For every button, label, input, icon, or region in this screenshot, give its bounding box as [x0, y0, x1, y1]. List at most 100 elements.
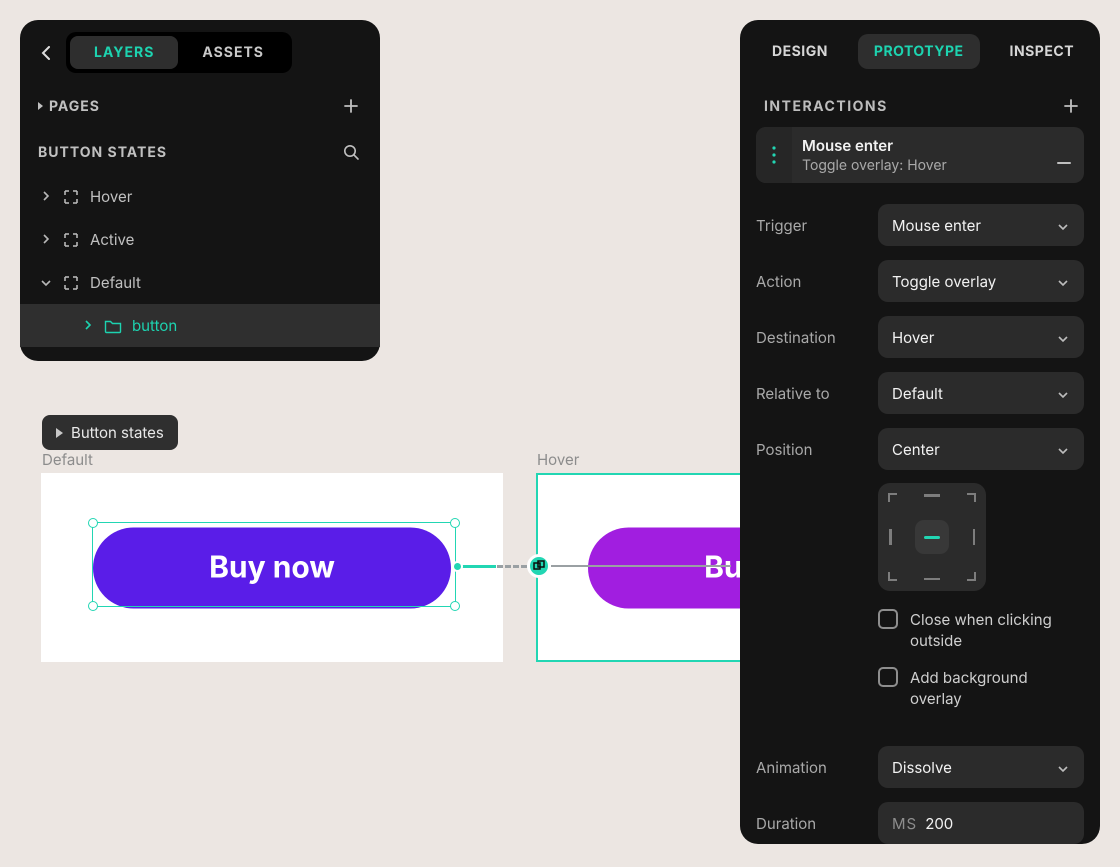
chevron-right-icon — [40, 232, 52, 247]
field-action: Action Toggle overlay — [740, 253, 1100, 309]
duration-input[interactable]: MS 200 — [878, 802, 1084, 844]
interactions-header: INTERACTIONS — [740, 79, 1100, 127]
trigger-select[interactable]: Mouse enter — [878, 204, 1084, 246]
buy-button-default[interactable]: Buy now — [93, 527, 451, 608]
field-label: Position — [756, 440, 878, 459]
layer-label: Default — [90, 273, 141, 292]
left-tabbar: LAYERS ASSETS — [20, 32, 380, 83]
duration-value: 200 — [925, 814, 953, 833]
pages-section-header[interactable]: PAGES — [20, 83, 380, 129]
select-value: Default — [892, 384, 943, 403]
layer-row-button[interactable]: button — [20, 304, 380, 347]
anchor-corner-tr[interactable] — [958, 493, 976, 511]
field-duration: Duration MS 200 — [740, 795, 1100, 844]
frame-icon — [62, 188, 80, 206]
add-page-button[interactable] — [340, 95, 362, 117]
position-anchor-grid[interactable] — [878, 483, 986, 591]
add-interaction-button[interactable] — [1060, 95, 1082, 117]
anchor-right[interactable] — [973, 529, 976, 545]
anchor-corner-br[interactable] — [958, 563, 976, 581]
chevron-down-icon — [1058, 272, 1070, 291]
prototype-connector-origin[interactable] — [452, 561, 463, 572]
anchor-top[interactable] — [924, 494, 940, 497]
anchor-left[interactable] — [889, 529, 892, 545]
frame-label-hover[interactable]: Hover — [537, 450, 579, 469]
select-value: Mouse enter — [892, 216, 981, 235]
layer-row-hover[interactable]: Hover — [20, 175, 380, 218]
plus-icon — [1063, 98, 1079, 114]
flow-start-badge[interactable]: Button states — [42, 415, 178, 450]
anchor-corner-bl[interactable] — [888, 563, 906, 581]
chevron-right-icon — [38, 102, 43, 110]
field-label: Destination — [756, 328, 878, 347]
interactions-label: INTERACTIONS — [764, 98, 888, 115]
select-value: Toggle overlay — [892, 272, 996, 291]
select-value: Dissolve — [892, 758, 952, 777]
checkbox-label: Close when clicking outside — [910, 609, 1082, 651]
chevron-down-icon — [1058, 216, 1070, 235]
play-icon — [56, 428, 63, 438]
animation-select[interactable]: Dissolve — [878, 746, 1084, 788]
layer-label: Active — [90, 230, 134, 249]
layers-panel: LAYERS ASSETS PAGES BUTTON STATES Hover — [20, 20, 380, 361]
checkbox-label: Add background overlay — [910, 667, 1082, 709]
search-button[interactable] — [340, 141, 362, 163]
tab-prototype[interactable]: PROTOTYPE — [858, 34, 980, 69]
group-label: BUTTON STATES — [38, 144, 167, 161]
field-label: Relative to — [756, 384, 878, 403]
field-trigger: Trigger Mouse enter — [740, 197, 1100, 253]
field-label: Duration — [756, 814, 878, 833]
anchor-center[interactable] — [915, 520, 949, 554]
back-button[interactable] — [32, 39, 60, 67]
chevron-down-icon — [1058, 440, 1070, 459]
prototype-panel: DESIGN PROTOTYPE INSPECT INTERACTIONS Mo… — [740, 20, 1100, 844]
remove-interaction-button[interactable] — [1044, 141, 1084, 170]
field-relative-to: Relative to Default — [740, 365, 1100, 421]
layer-label: button — [132, 316, 177, 335]
layer-row-default[interactable]: Default — [20, 261, 380, 304]
plus-icon — [343, 98, 359, 114]
destination-select[interactable]: Hover — [878, 316, 1084, 358]
field-label: Animation — [756, 758, 878, 777]
anchor-bottom[interactable] — [924, 578, 940, 581]
checkbox[interactable] — [878, 609, 898, 629]
field-label: Action — [756, 272, 878, 291]
tab-design[interactable]: DESIGN — [756, 34, 844, 69]
chevron-down-icon — [1058, 384, 1070, 403]
checkbox-bg-overlay[interactable]: Add background overlay — [740, 659, 1100, 717]
position-select[interactable]: Center — [878, 428, 1084, 470]
interaction-card[interactable]: Mouse enter Toggle overlay: Hover — [756, 127, 1084, 183]
frame-icon — [62, 231, 80, 249]
field-animation: Animation Dissolve — [740, 739, 1100, 795]
chevron-down-icon — [1058, 758, 1070, 777]
interaction-title: Mouse enter — [802, 136, 1034, 155]
chevron-right-icon — [82, 318, 94, 333]
flow-badge-label: Button states — [71, 423, 164, 442]
duration-unit: MS — [892, 814, 917, 833]
layer-row-active[interactable]: Active — [20, 218, 380, 261]
field-destination: Destination Hover — [740, 309, 1100, 365]
drag-handle[interactable] — [756, 127, 792, 183]
chevron-right-icon — [40, 189, 52, 204]
tab-assets[interactable]: ASSETS — [178, 36, 288, 69]
prototype-connector-node[interactable] — [527, 554, 551, 578]
checkbox-close-outside[interactable]: Close when clicking outside — [740, 601, 1100, 659]
select-value: Center — [892, 440, 940, 459]
tab-layers[interactable]: LAYERS — [70, 36, 178, 69]
frame-icon — [62, 274, 80, 292]
minus-icon — [1057, 162, 1071, 164]
pages-label: PAGES — [49, 98, 100, 115]
layer-label: Hover — [90, 187, 132, 206]
group-section-header[interactable]: BUTTON STATES — [20, 129, 380, 175]
relative-to-select[interactable]: Default — [878, 372, 1084, 414]
frame-default[interactable]: Buy now — [41, 473, 503, 662]
folder-icon — [104, 318, 122, 334]
chevron-down-icon — [1058, 328, 1070, 347]
anchor-corner-tl[interactable] — [888, 493, 906, 511]
prototype-connector-line — [551, 565, 731, 567]
anchor-center-icon — [924, 536, 940, 539]
tab-inspect[interactable]: INSPECT — [994, 34, 1091, 69]
action-select[interactable]: Toggle overlay — [878, 260, 1084, 302]
frame-label-default[interactable]: Default — [42, 450, 93, 469]
checkbox[interactable] — [878, 667, 898, 687]
